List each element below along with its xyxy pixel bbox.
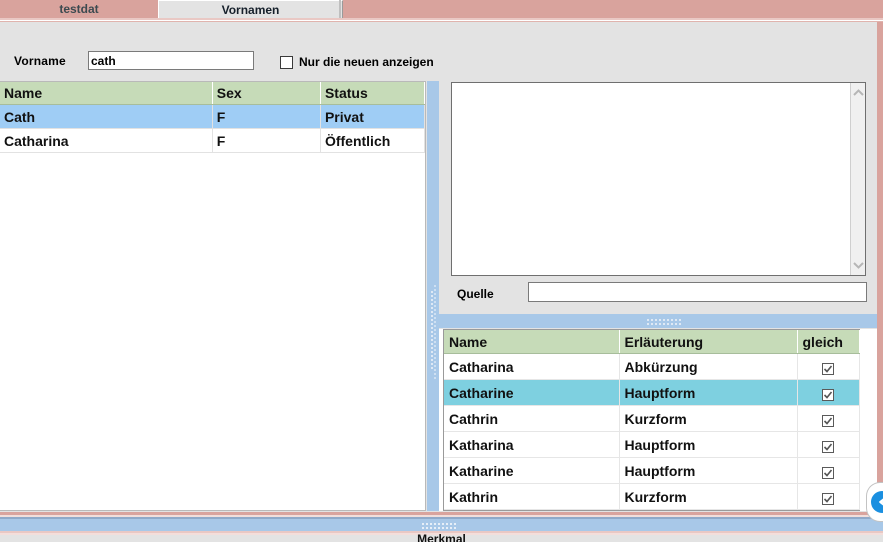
column-header-sex[interactable]: Sex — [212, 82, 321, 105]
merkmal-label: Merkmal — [417, 534, 466, 542]
variants-grid: Name Erläuterung gleich Catharina Abkürz… — [444, 330, 860, 510]
column-header-gleich[interactable]: gleich — [797, 330, 860, 354]
tab-testdat[interactable]: testdat — [0, 0, 158, 18]
bottom-splitter-grip[interactable] — [421, 522, 457, 529]
cell-name: Cath — [0, 104, 213, 129]
cell-gleich[interactable] — [797, 379, 860, 406]
cell-name: Kathrin — [444, 483, 620, 510]
cell-name: Katharine — [444, 457, 620, 484]
cell-erlaeuterung: Hauptform — [619, 457, 798, 484]
client-area: Vorname Nur die neuen anzeigen Name Sex … — [0, 22, 883, 512]
table-row[interactable]: Catharine Hauptform — [444, 379, 860, 406]
cell-sex: F — [212, 128, 321, 153]
chevron-down-icon[interactable] — [851, 258, 866, 273]
table-row[interactable]: Katharine Hauptform — [444, 457, 860, 484]
variants-grid-header: Name Erläuterung gleich — [444, 330, 860, 354]
table-row[interactable]: Catharina F Öffentlich — [0, 128, 426, 153]
panel-toggle-button[interactable] — [866, 482, 883, 522]
checkbox-checked-icon[interactable] — [822, 414, 834, 427]
tab-testdat-label: testdat — [59, 2, 99, 16]
cell-status: Öffentlich — [320, 128, 426, 153]
only-new-checkbox-row[interactable]: Nur die neuen anzeigen — [280, 55, 434, 69]
cell-name: Katharina — [444, 431, 620, 458]
tab-vornamen-label: Vornamen — [221, 2, 280, 17]
cell-gleich[interactable] — [797, 457, 860, 484]
chevron-up-icon[interactable] — [851, 85, 866, 100]
cell-gleich[interactable] — [797, 405, 860, 432]
results-grid-header: Name Sex Status — [0, 82, 426, 105]
table-row[interactable]: Cathrin Kurzform — [444, 405, 860, 432]
cell-status: Privat — [320, 104, 426, 129]
checkbox-checked-icon[interactable] — [822, 388, 834, 401]
notes-memo-scrollbar[interactable] — [850, 83, 865, 275]
cell-name: Catharina — [444, 353, 620, 380]
cell-erlaeuterung: Kurzform — [619, 405, 798, 432]
cell-gleich[interactable] — [797, 353, 860, 380]
horizontal-splitter-grip[interactable] — [646, 318, 682, 325]
detail-panel: Quelle Name Erläuterung gleich Catharina… — [434, 44, 877, 511]
checkbox-checked-icon[interactable] — [822, 466, 834, 479]
tab-vornamen[interactable]: Vornamen — [158, 0, 343, 18]
vorname-label: Vorname — [14, 54, 66, 68]
checkbox-checked-icon[interactable] — [822, 362, 834, 375]
checkbox-checked-icon[interactable] — [822, 440, 834, 453]
vorname-input[interactable] — [88, 51, 254, 70]
column-header-erlaeuterung[interactable]: Erläuterung — [619, 330, 798, 354]
table-row[interactable]: Catharina Abkürzung — [444, 353, 860, 380]
cell-erlaeuterung: Hauptform — [619, 431, 798, 458]
quelle-label: Quelle — [457, 287, 494, 301]
table-row[interactable]: Kathrin Kurzform — [444, 483, 860, 510]
cell-gleich[interactable] — [797, 431, 860, 458]
quelle-input[interactable] — [528, 282, 867, 302]
cell-name: Catharine — [444, 379, 620, 406]
cell-name: Cathrin — [444, 405, 620, 432]
notes-memo[interactable] — [451, 82, 866, 276]
cell-name: Catharina — [0, 128, 213, 153]
table-row[interactable]: Cath F Privat — [0, 104, 426, 129]
column-header-status[interactable]: Status — [320, 82, 426, 105]
cell-erlaeuterung: Kurzform — [619, 483, 798, 510]
table-row[interactable]: Katharina Hauptform — [444, 431, 860, 458]
arrow-left-circle-icon — [871, 491, 883, 513]
column-header-name[interactable]: Name — [444, 330, 620, 354]
cell-erlaeuterung: Abkürzung — [619, 353, 798, 380]
cell-erlaeuterung: Hauptform — [619, 379, 798, 406]
cell-gleich[interactable] — [797, 483, 860, 510]
tab-separator — [339, 0, 341, 18]
results-panel: Name Sex Status Cath F Privat Catharina — [0, 81, 426, 511]
notes-memo-text[interactable] — [452, 83, 849, 275]
only-new-label: Nur die neuen anzeigen — [299, 55, 434, 69]
cell-sex: F — [212, 104, 321, 129]
variants-grid-frame: Name Erläuterung gleich Catharina Abkürz… — [443, 329, 860, 511]
results-grid: Name Sex Status Cath F Privat Catharina — [0, 82, 426, 153]
tab-bar: testdat Vornamen — [0, 0, 883, 18]
column-header-name[interactable]: Name — [0, 82, 213, 105]
client-inner: Vorname Nur die neuen anzeigen Name Sex … — [0, 22, 877, 512]
checkbox-checked-icon[interactable] — [822, 492, 834, 505]
application-window: testdat Vornamen Vorname Nur die neuen a… — [0, 0, 883, 542]
variants-panel: Name Erläuterung gleich Catharina Abkürz… — [439, 329, 877, 511]
only-new-checkbox[interactable] — [280, 55, 293, 69]
